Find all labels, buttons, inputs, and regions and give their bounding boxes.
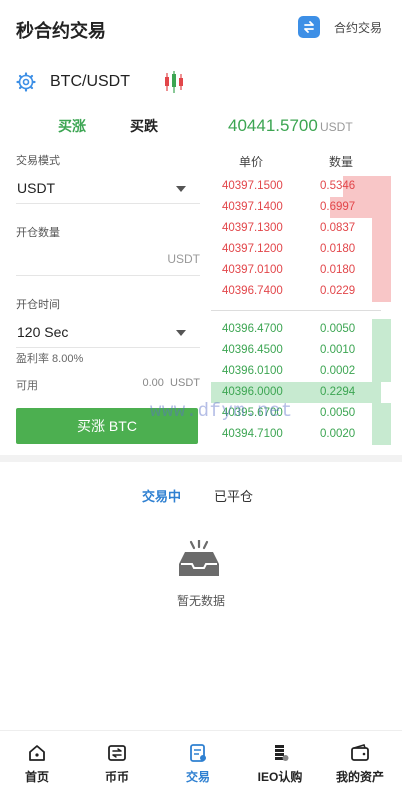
swap-icon[interactable] bbox=[297, 16, 320, 38]
quantity-header: 数量 bbox=[329, 155, 354, 169]
nav-item-2[interactable]: 交易 bbox=[158, 731, 238, 796]
chevron-down-icon bbox=[176, 186, 186, 192]
bottom-nav: 首页 币币 交易 IEO认购 我的资产 bbox=[0, 730, 402, 796]
depth-bar bbox=[372, 340, 391, 361]
order-tabs: 交易中 已平仓 bbox=[0, 486, 402, 506]
section-divider bbox=[0, 455, 402, 462]
row-price: 40397.0100 bbox=[222, 264, 283, 276]
row-price: 40396.0100 bbox=[222, 365, 283, 377]
trade-icon bbox=[190, 744, 206, 762]
row-price: 40396.0000 bbox=[222, 386, 283, 398]
nav-label: 首页 bbox=[24, 770, 49, 784]
nav-label: 交易 bbox=[185, 770, 210, 784]
row-quantity: 0.6997 bbox=[320, 201, 356, 213]
row-quantity: 0.0837 bbox=[320, 222, 356, 234]
trade-mode-select[interactable]: USDT bbox=[16, 172, 200, 204]
coins-icon bbox=[275, 745, 289, 761]
available-balance: 0.00 USDT bbox=[143, 377, 201, 389]
bid-row[interactable]: 40394.7100 0.0020 bbox=[211, 424, 391, 445]
tab-buy-down[interactable]: 买跌 bbox=[130, 116, 158, 136]
empty-inbox-icon bbox=[179, 540, 219, 576]
ask-row[interactable]: 40397.0100 0.0180 bbox=[211, 260, 391, 281]
nav-label: 我的资产 bbox=[335, 770, 384, 784]
time-select[interactable]: 120 Sec bbox=[16, 316, 200, 348]
tab-open-orders[interactable]: 交易中 bbox=[142, 486, 181, 505]
nav-item-1[interactable]: 币币 bbox=[77, 731, 157, 796]
row-price: 40397.1400 bbox=[222, 201, 283, 213]
profit-rate: 盈利率 8.00% bbox=[16, 353, 84, 365]
row-price: 40397.1300 bbox=[222, 222, 283, 234]
nav-item-0[interactable]: 首页 bbox=[0, 731, 77, 796]
bid-row[interactable]: 40396.4700 0.0050 bbox=[211, 319, 391, 340]
quantity-unit: USDT bbox=[167, 252, 200, 266]
price-header: 单价 bbox=[239, 155, 264, 169]
row-price: 40397.1200 bbox=[222, 243, 283, 255]
contract-switch[interactable]: 合约交易 bbox=[297, 16, 382, 38]
row-quantity: 0.0010 bbox=[320, 344, 356, 356]
time-value: 120 Sec bbox=[17, 324, 69, 340]
depth-bar bbox=[372, 281, 391, 302]
last-price-unit: USDT bbox=[320, 120, 353, 134]
trade-mode-value: USDT bbox=[17, 180, 56, 196]
row-quantity: 0.0180 bbox=[320, 243, 356, 255]
bid-row[interactable]: 40396.4500 0.0010 bbox=[211, 340, 391, 361]
nav-label: 币币 bbox=[104, 770, 129, 784]
contract-switch-label[interactable]: 合约交易 bbox=[334, 19, 382, 36]
ask-row[interactable]: 40397.1400 0.6997 bbox=[211, 197, 391, 218]
trade-page: 秒合约交易 合约交易 BTC/USDT 买涨 买跌 40441.5700 USD… bbox=[0, 0, 402, 796]
empty-text: 暂无数据 bbox=[176, 594, 225, 608]
nav-label: IEO认购 bbox=[257, 770, 303, 784]
home-icon bbox=[29, 745, 45, 761]
trade-direction-tabs: 买涨 买跌 bbox=[0, 116, 210, 136]
nav-item-4[interactable]: 我的资产 bbox=[320, 731, 400, 796]
depth-bar bbox=[372, 239, 391, 260]
depth-bar bbox=[372, 319, 391, 340]
row-price: 40396.4700 bbox=[222, 323, 283, 335]
depth-bar bbox=[372, 361, 391, 382]
available-value: 0.00 bbox=[142, 377, 164, 389]
ask-row[interactable]: 40397.1500 0.5346 bbox=[211, 176, 391, 197]
page-title: 秒合约交易 bbox=[16, 21, 106, 41]
ask-row[interactable]: 40397.1200 0.0180 bbox=[211, 239, 391, 260]
depth-bar bbox=[372, 403, 391, 424]
time-label: 开仓时间 bbox=[16, 299, 60, 311]
tab-buy-up[interactable]: 买涨 bbox=[58, 116, 86, 136]
row-quantity: 0.0002 bbox=[320, 365, 356, 377]
candlestick-icon[interactable] bbox=[162, 70, 186, 94]
row-quantity: 0.2294 bbox=[320, 386, 356, 398]
exchange-icon bbox=[108, 745, 126, 761]
tab-closed-orders[interactable]: 已平仓 bbox=[214, 486, 253, 505]
gear-icon[interactable] bbox=[16, 72, 36, 92]
row-price: 40394.7100 bbox=[222, 428, 283, 440]
available-unit: USDT bbox=[170, 377, 200, 389]
chevron-down-icon bbox=[176, 330, 186, 336]
quantity-input[interactable]: USDT bbox=[16, 244, 200, 276]
row-quantity: 0.0050 bbox=[320, 407, 356, 419]
watermark: www.dfym.net bbox=[150, 400, 293, 422]
depth-bar bbox=[372, 218, 391, 239]
nav-item-3[interactable]: IEO认购 bbox=[240, 731, 320, 796]
row-quantity: 0.0229 bbox=[320, 285, 356, 297]
pair-row: BTC/USDT bbox=[16, 70, 183, 94]
row-price: 40397.1500 bbox=[222, 180, 283, 192]
row-quantity: 0.0180 bbox=[320, 264, 356, 276]
depth-bar bbox=[372, 424, 391, 445]
row-price: 40396.7400 bbox=[222, 285, 283, 297]
depth-bar bbox=[372, 260, 391, 281]
last-price: 40441.5700 bbox=[228, 116, 318, 135]
pair-symbol[interactable]: BTC/USDT bbox=[50, 73, 130, 91]
row-quantity: 0.0050 bbox=[320, 323, 356, 335]
ask-row[interactable]: 40396.7400 0.0229 bbox=[211, 281, 391, 302]
row-quantity: 0.5346 bbox=[320, 180, 356, 192]
bid-row[interactable]: 40396.0100 0.0002 bbox=[211, 361, 391, 382]
available-label: 可用 bbox=[16, 380, 38, 392]
trade-mode-label: 交易模式 bbox=[16, 155, 60, 167]
row-price: 40396.4500 bbox=[222, 344, 283, 356]
wallet-icon bbox=[351, 744, 369, 761]
ask-row[interactable]: 40397.1300 0.0837 bbox=[211, 218, 391, 239]
quantity-label: 开仓数量 bbox=[16, 227, 60, 239]
row-quantity: 0.0020 bbox=[320, 428, 356, 440]
book-divider bbox=[211, 310, 381, 311]
header: 秒合约交易 合约交易 bbox=[0, 0, 402, 56]
